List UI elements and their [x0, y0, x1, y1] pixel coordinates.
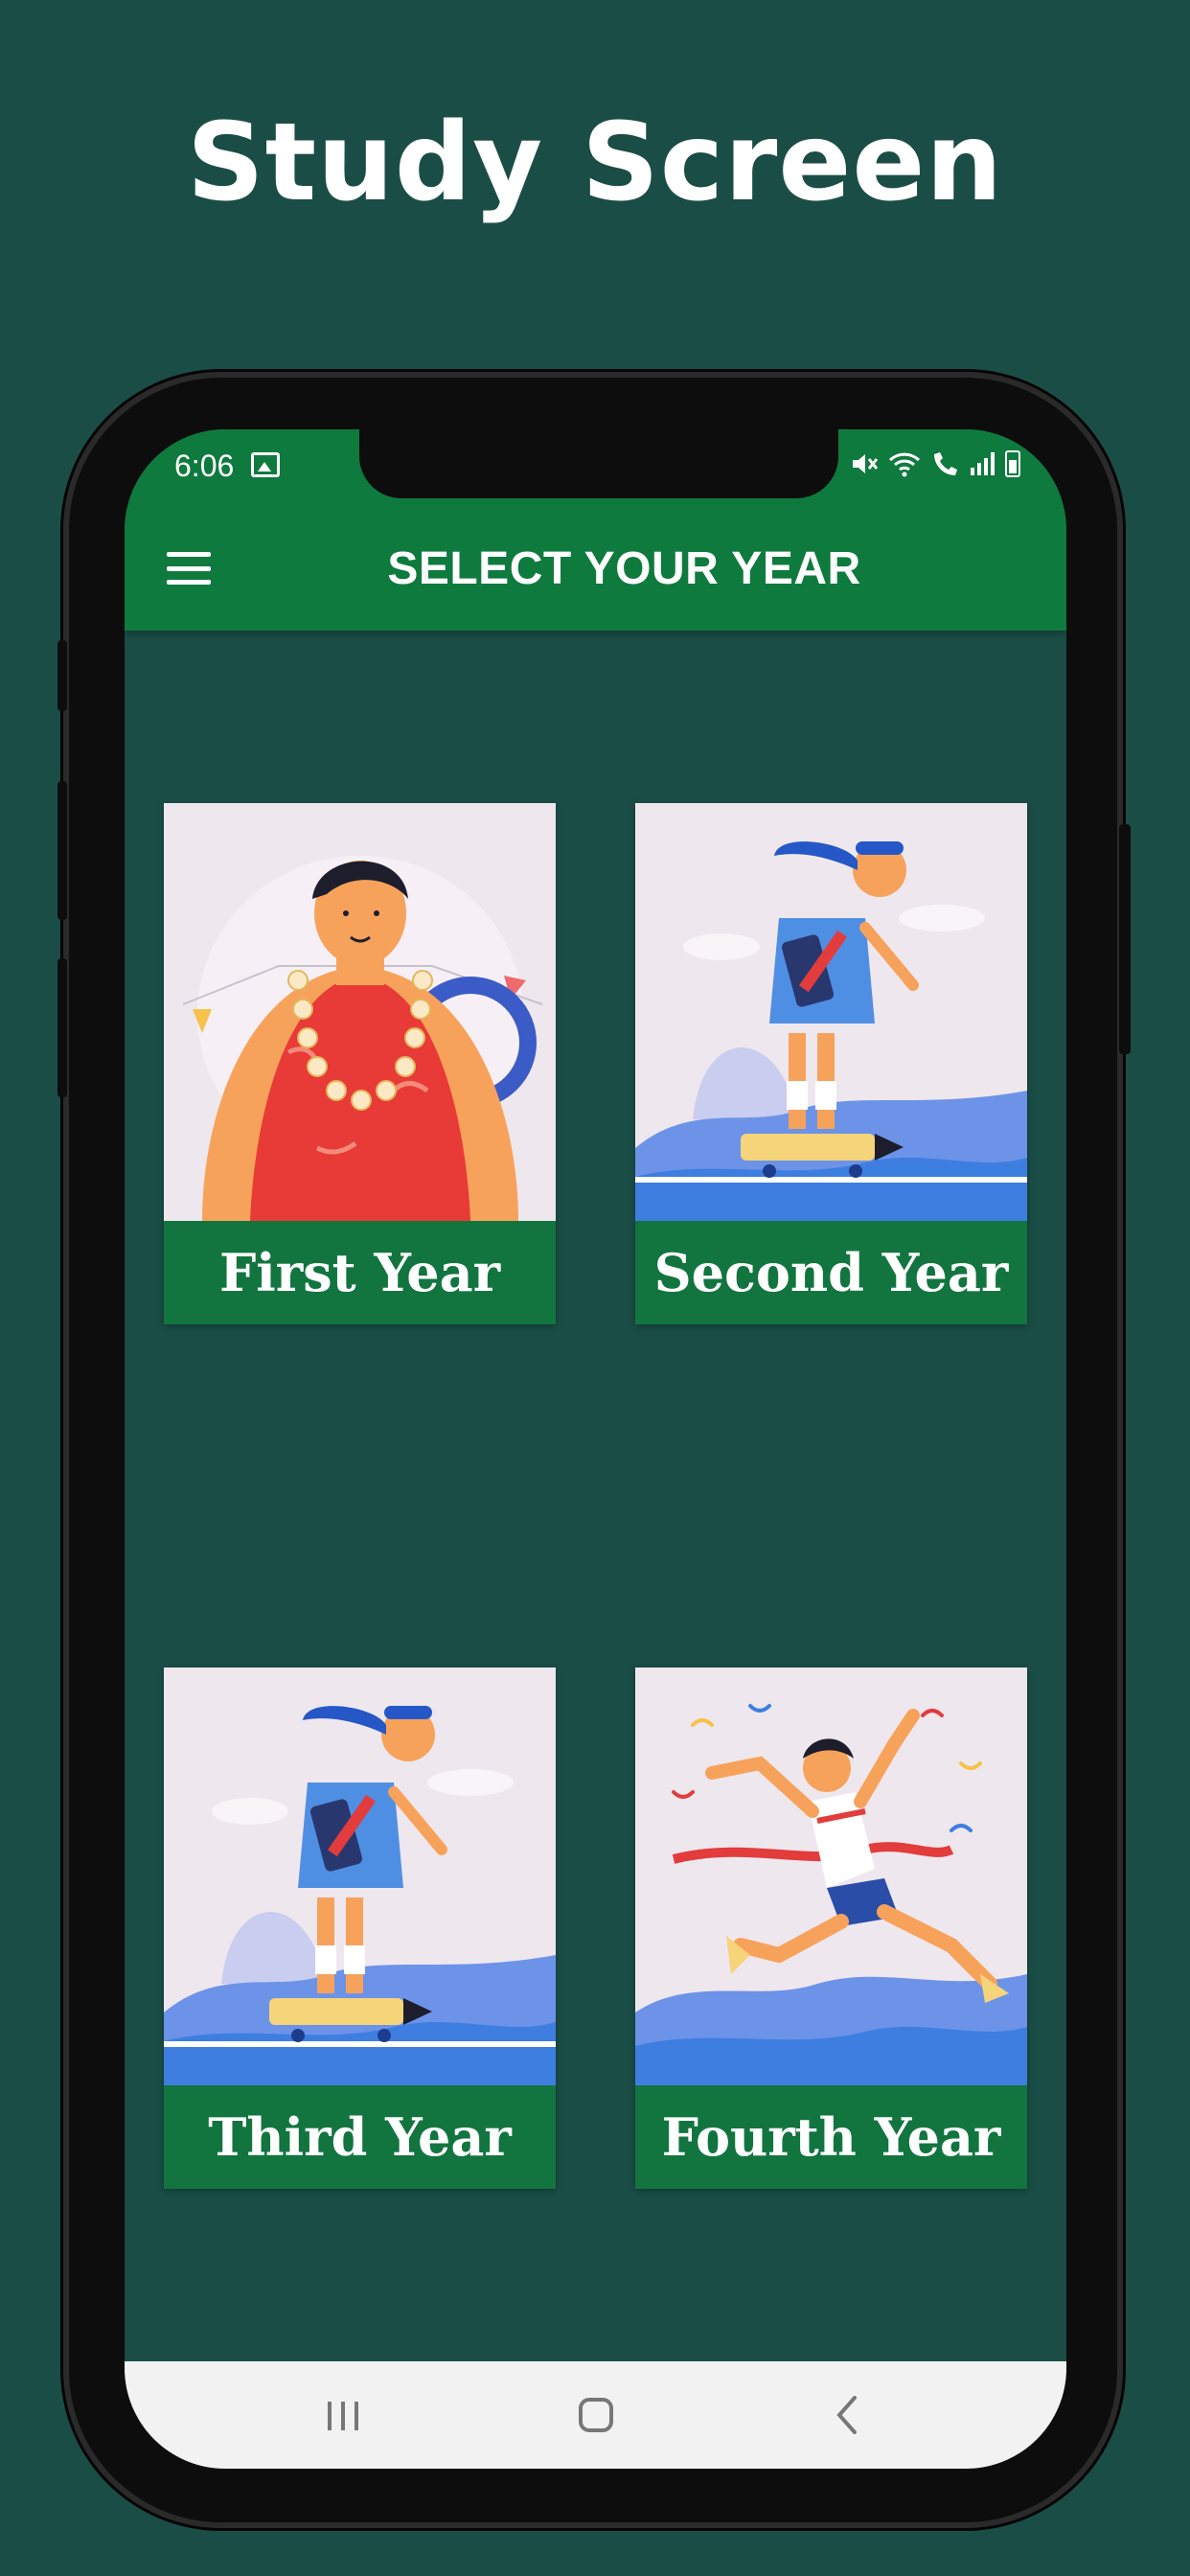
card-second-year[interactable]: Second Year: [635, 803, 1027, 1324]
wifi-icon: [888, 452, 921, 477]
fourth-year-illustration: [635, 1668, 1027, 2085]
signal-icon: [971, 452, 995, 475]
image-icon: [251, 452, 280, 477]
home-icon[interactable]: [567, 2390, 625, 2440]
phone-side-button: [57, 640, 67, 711]
app-bar: SELECT YOUR YEAR: [125, 504, 1066, 631]
phone-side-button: [57, 958, 67, 1097]
card-label: Second Year: [635, 1221, 1027, 1324]
status-icons: [850, 450, 1020, 477]
third-year-illustration: [164, 1668, 556, 2085]
camera-notch: [359, 429, 838, 498]
system-nav-bar: [125, 2361, 1066, 2469]
phone-screen: 6:06 SELECT YOUR YEAR First Year Second …: [125, 429, 1066, 2469]
hamburger-menu-icon[interactable]: [167, 552, 211, 585]
promo-title: Study Screen: [186, 101, 1004, 225]
page-title: SELECT YOUR YEAR: [387, 543, 861, 594]
back-icon[interactable]: [818, 2390, 876, 2440]
second-year-illustration: [635, 803, 1027, 1221]
card-label: Third Year: [164, 2085, 556, 2189]
card-fourth-year[interactable]: Fourth Year: [635, 1668, 1027, 2189]
card-label: Fourth Year: [635, 2085, 1027, 2189]
card-third-year[interactable]: Third Year: [164, 1668, 556, 2189]
phone-side-button: [57, 781, 67, 920]
battery-icon: [1005, 450, 1020, 477]
card-label: First Year: [164, 1221, 556, 1324]
status-time: 6:06: [174, 448, 235, 483]
status-bar: 6:06: [125, 429, 1066, 504]
wifi-call-icon: [934, 452, 957, 475]
phone-side-button: [1119, 824, 1131, 1054]
mute-icon: [853, 454, 879, 473]
first-year-illustration: [164, 803, 556, 1221]
recents-icon[interactable]: [314, 2390, 372, 2440]
card-first-year[interactable]: First Year: [164, 803, 556, 1324]
